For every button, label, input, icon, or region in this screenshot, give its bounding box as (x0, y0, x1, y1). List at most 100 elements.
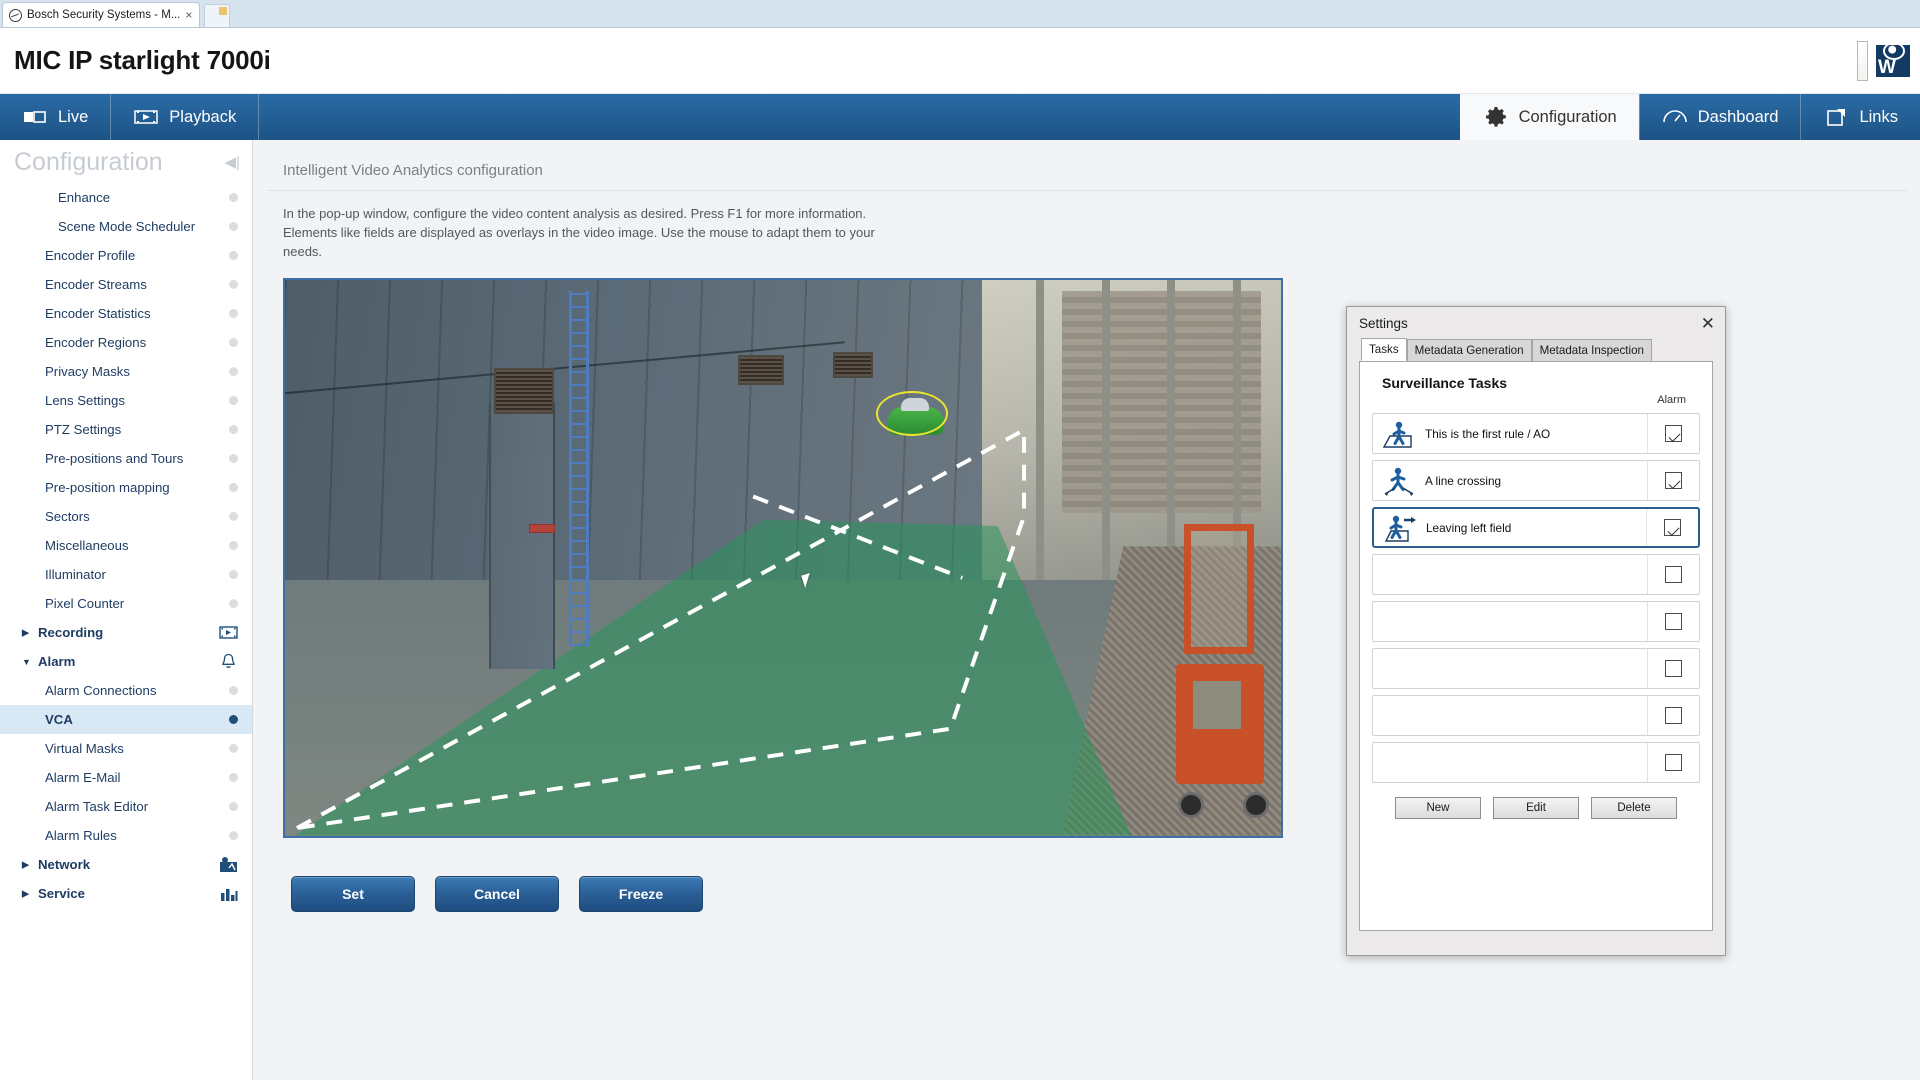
sidebar-item-encoder-profile[interactable]: Encoder Profile (0, 241, 252, 270)
sidebar-item-alarm-task-editor[interactable]: Alarm Task Editor (0, 792, 252, 821)
edit-button[interactable]: Edit (1493, 797, 1579, 819)
delete-button[interactable]: Delete (1591, 797, 1677, 819)
chevron-right-icon: ▶ (22, 859, 29, 869)
task-alarm-cell[interactable] (1647, 461, 1699, 500)
sidebar-item-network[interactable]: ▶ Network (0, 850, 252, 879)
alarm-checkbox[interactable] (1665, 707, 1682, 724)
alarm-checkbox[interactable] (1665, 754, 1682, 771)
sidebar-item-alarm-e-mail[interactable]: Alarm E-Mail (0, 763, 252, 792)
sidebar-item-label: Alarm Rules (45, 828, 117, 843)
task-row[interactable] (1372, 742, 1700, 783)
sidebar-item-encoder-streams[interactable]: Encoder Streams (0, 270, 252, 299)
alarm-checkbox[interactable] (1665, 613, 1682, 630)
task-alarm-cell[interactable] (1647, 649, 1699, 688)
bell-icon (219, 652, 238, 671)
sidebar-header: Configuration ◀| (0, 140, 252, 183)
set-button[interactable]: Set (291, 875, 415, 912)
sidebar-item-alarm-connections[interactable]: Alarm Connections (0, 676, 252, 705)
nav-item-live[interactable]: Live (0, 94, 112, 140)
browser-tab[interactable]: Bosch Security Systems - M... × (2, 2, 201, 27)
sidebar-item-pre-positions-and-tours[interactable]: Pre-positions and Tours (0, 444, 252, 473)
task-alarm-cell[interactable] (1647, 743, 1699, 782)
tab-metadata-generation[interactable]: Metadata Generation (1406, 338, 1532, 361)
task-alarm-cell[interactable] (1647, 602, 1699, 641)
sidebar-item-miscellaneous[interactable]: Miscellaneous (0, 531, 252, 560)
browser-tab-title: Bosch Security Systems - M... (27, 9, 181, 21)
sidebar-item-label: Encoder Statistics (45, 306, 151, 321)
sidebar-item-sectors[interactable]: Sectors (0, 502, 252, 531)
settings-dialog[interactable]: Settings ✕ Tasks Metadata Generation Metad… (1346, 306, 1726, 956)
sidebar-item-label: Service (38, 886, 85, 901)
task-alarm-cell[interactable] (1647, 696, 1699, 735)
task-row[interactable] (1372, 601, 1700, 642)
new-tab-button[interactable] (204, 4, 231, 27)
sidebar-item-label: PTZ Settings (45, 422, 122, 437)
sidebar-item-service[interactable]: ▶ Service (0, 879, 252, 908)
task-alarm-cell[interactable] (1646, 509, 1698, 546)
sidebar-item-encoder-regions[interactable]: Encoder Regions (0, 328, 252, 357)
status-dot-icon (229, 367, 238, 376)
surveillance-tasks-heading: Surveillance Tasks (1382, 375, 1508, 391)
nav-item-dashboard[interactable]: Dashboard (1638, 94, 1801, 140)
sidebar-item-pixel-counter[interactable]: Pixel Counter (0, 589, 252, 618)
sidebar-item-enhance[interactable]: Enhance (0, 183, 252, 212)
nav-item-playback[interactable]: Playback (111, 94, 260, 140)
sidebar-item-label: Privacy Masks (45, 364, 130, 379)
sidebar-item-recording[interactable]: ▶ Recording (0, 618, 252, 647)
sidebar-item-illuminator[interactable]: Illuminator (0, 560, 252, 589)
task-row[interactable]: Leaving left field (1372, 507, 1700, 548)
sidebar-item-pre-position-mapping[interactable]: Pre-position mapping (0, 473, 252, 502)
close-icon[interactable]: ✕ (1701, 315, 1715, 332)
nav-item-links[interactable]: Links (1800, 94, 1920, 140)
task-alarm-cell[interactable] (1647, 414, 1699, 453)
task-alarm-cell[interactable] (1647, 555, 1699, 594)
task-label: A line crossing (1425, 473, 1502, 488)
main-content: Intelligent Video Analytics configuratio… (253, 140, 1920, 1080)
status-dot-icon (229, 483, 238, 492)
sidebar-item-scene-mode-scheduler[interactable]: Scene Mode Scheduler (0, 212, 252, 241)
status-dot-icon (229, 280, 238, 289)
task-label: Leaving left field (1426, 520, 1512, 535)
task-main[interactable]: Leaving left field (1374, 512, 1646, 544)
cancel-button[interactable]: Cancel (435, 875, 559, 912)
task-main[interactable]: A line crossing (1373, 465, 1647, 497)
sidebar-item-label: Alarm E-Mail (45, 770, 121, 785)
task-row[interactable]: A line crossing (1372, 460, 1700, 501)
playback-icon (133, 106, 159, 128)
alarm-checkbox[interactable] (1665, 425, 1682, 442)
task-main[interactable]: This is the first rule / AO (1373, 418, 1647, 450)
collapse-panel-icon[interactable]: ◀| (225, 155, 240, 170)
sidebar-item-virtual-masks[interactable]: Virtual Masks (0, 734, 252, 763)
alarm-checkbox[interactable] (1665, 660, 1682, 677)
sidebar-item-privacy-masks[interactable]: Privacy Masks (0, 357, 252, 386)
stats-icon (219, 884, 238, 903)
task-row[interactable]: This is the first rule / AO (1372, 413, 1700, 454)
video-preview[interactable] (283, 277, 1283, 838)
close-icon[interactable]: × (185, 8, 192, 22)
status-dot-icon (229, 773, 238, 782)
tab-tasks[interactable]: Tasks (1361, 337, 1407, 361)
tab-metadata-inspection[interactable]: Metadata Inspection (1531, 338, 1652, 361)
sidebar-item-alarm-rules[interactable]: Alarm Rules (0, 821, 252, 850)
nav-item-configuration[interactable]: Configuration (1459, 94, 1639, 140)
task-row[interactable] (1372, 554, 1700, 595)
alarm-checkbox[interactable] (1665, 472, 1682, 489)
sidebar-item-label: Network (38, 857, 91, 872)
recording-icon (219, 623, 238, 642)
sidebar-item-ptz-settings[interactable]: PTZ Settings (0, 415, 252, 444)
alarm-checkbox[interactable] (1665, 566, 1682, 583)
task-row[interactable] (1372, 695, 1700, 736)
sidebar-item-vca[interactable]: VCA (0, 705, 252, 734)
sidebar-item-encoder-statistics[interactable]: Encoder Statistics (0, 299, 252, 328)
browser-chrome: Bosch Security Systems - M... × (0, 0, 1920, 28)
main-navbar: Live Playback Configuration Dashboard Li… (0, 94, 1920, 140)
new-button[interactable]: New (1395, 797, 1481, 819)
status-dot-icon (229, 309, 238, 318)
task-row[interactable] (1372, 648, 1700, 689)
sidebar-item-lens-settings[interactable]: Lens Settings (0, 386, 252, 415)
freeze-button[interactable]: Freeze (579, 875, 703, 912)
network-icon (219, 855, 238, 874)
status-dot-icon (229, 396, 238, 405)
alarm-checkbox[interactable] (1664, 519, 1681, 536)
sidebar-item-alarm[interactable]: ▼ Alarm (0, 647, 252, 676)
